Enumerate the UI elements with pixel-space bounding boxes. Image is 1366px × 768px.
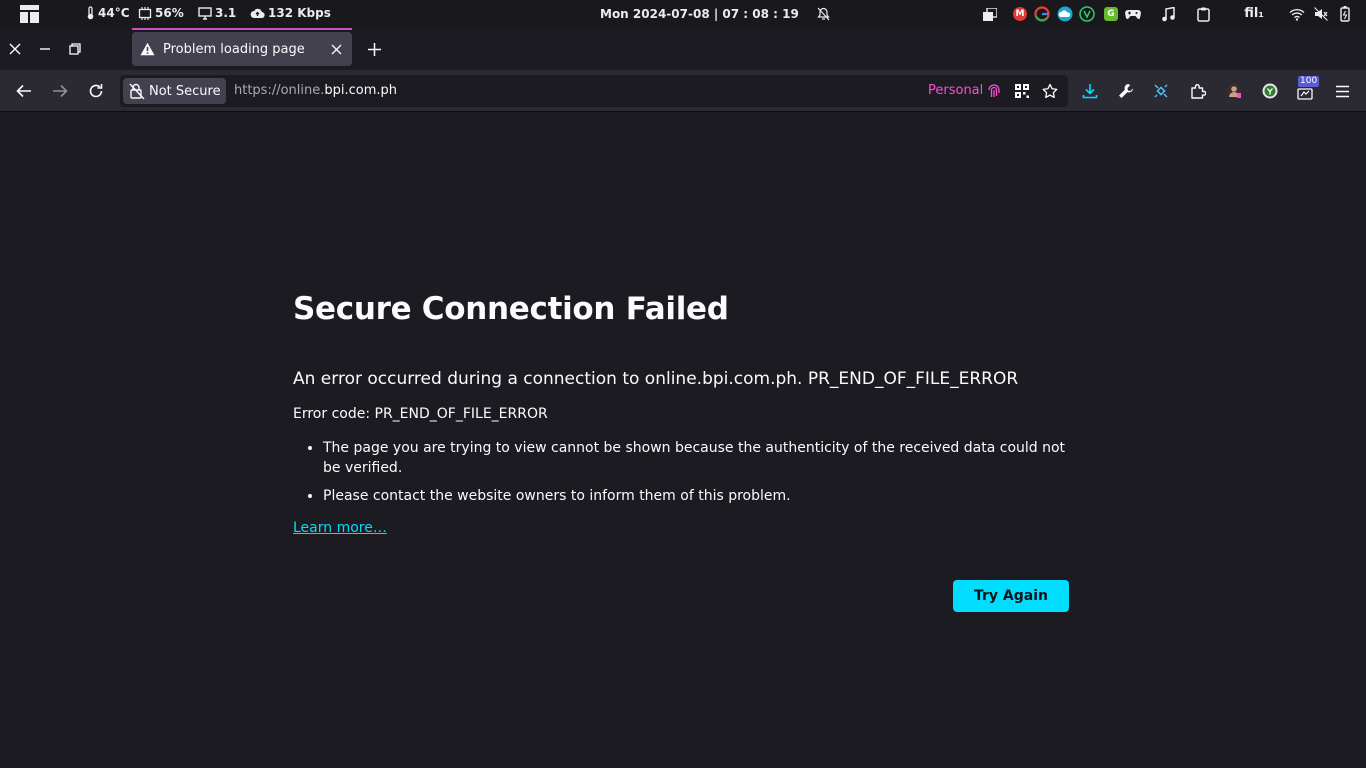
page-title: Secure Connection Failed: [293, 291, 729, 327]
system-top-bar: 44°C 56% 3.1 132 Kbps Mon 2024-07-08 | 0…: [0, 0, 1366, 28]
satellite-icon[interactable]: [1151, 81, 1171, 101]
security-label: Not Secure: [149, 83, 221, 99]
navigation-toolbar: Not Secure https://online.bpi.com.ph Per…: [0, 70, 1366, 112]
close-window-icon[interactable]: [7, 41, 23, 57]
minimize-window-icon[interactable]: [37, 41, 53, 57]
qr-code-icon[interactable]: [1014, 83, 1030, 99]
learn-more-link[interactable]: Learn more…: [293, 520, 387, 536]
insecure-lock-icon: [129, 83, 145, 100]
error-container: Secure Connection Failed An error occurr…: [293, 288, 1069, 536]
download-icon[interactable]: [1080, 81, 1100, 101]
cloud-upload-icon: [250, 8, 265, 19]
new-tab-icon[interactable]: [366, 41, 382, 57]
display-value: 3.1: [215, 6, 237, 20]
gmail-icon[interactable]: M: [1013, 7, 1027, 21]
url-prefix: https://online.: [234, 83, 325, 98]
tab-strip: Problem loading page: [0, 28, 1366, 70]
site-security-button[interactable]: Not Secure: [123, 78, 226, 104]
error-short-description: An error occurred during a connection to…: [293, 369, 1019, 389]
error-details-list: The page you are trying to view cannot b…: [293, 438, 1069, 506]
app-g-icon[interactable]: G: [1104, 7, 1118, 21]
list-item: Please contact the website owners to inf…: [323, 486, 1069, 506]
layout-icon[interactable]: [20, 5, 39, 23]
shield-extension-icon[interactable]: [1260, 81, 1280, 101]
warning-icon: [140, 42, 155, 56]
cloud-icon[interactable]: [1057, 6, 1073, 22]
clock[interactable]: Mon 2024-07-08 | 07 : 08 : 19: [600, 7, 799, 21]
avatar-extension-icon[interactable]: [1224, 81, 1244, 101]
temperature-value: 44°C: [98, 6, 130, 20]
google-icon[interactable]: [1034, 6, 1050, 22]
music-icon[interactable]: [1160, 6, 1176, 22]
clipboard-icon[interactable]: [1195, 6, 1211, 22]
battery-value: 56%: [155, 6, 184, 20]
keyboard-layout[interactable]: fil₁: [1244, 6, 1264, 21]
page-content: Secure Connection Failed An error occurr…: [0, 112, 1366, 768]
container-label[interactable]: Personal: [928, 83, 983, 98]
url-text[interactable]: https://online.bpi.com.ph: [234, 83, 397, 98]
fingerprint-icon[interactable]: [986, 83, 1002, 99]
network-speed: 132 Kbps: [268, 6, 331, 20]
list-item: The page you are trying to view cannot b…: [323, 438, 1069, 478]
display-indicator: 3.1: [198, 6, 236, 20]
wifi-icon[interactable]: [1289, 6, 1305, 22]
url-bar[interactable]: Not Secure https://online.bpi.com.ph Per…: [120, 75, 1068, 107]
temperature-indicator: 44°C: [86, 6, 130, 20]
battery-indicator: 56%: [138, 6, 184, 20]
window-switch-icon[interactable]: [982, 6, 998, 22]
menu-icon[interactable]: [1332, 81, 1352, 101]
monitor-icon: [198, 6, 212, 20]
tab-title: Problem loading page: [163, 41, 305, 57]
url-host: bpi.com.ph: [324, 83, 398, 98]
try-again-button[interactable]: Try Again: [953, 580, 1069, 612]
thermometer-icon: [87, 6, 94, 20]
tab-problem-loading[interactable]: Problem loading page: [132, 32, 352, 66]
restore-window-icon[interactable]: [67, 41, 83, 57]
vpn-icon[interactable]: [1079, 6, 1095, 22]
forward-icon[interactable]: [50, 81, 70, 101]
error-code: Error code: PR_END_OF_FILE_ERROR: [293, 406, 548, 422]
cpu-icon: [138, 6, 152, 20]
battery-icon[interactable]: [1337, 6, 1353, 22]
notifications-muted-icon[interactable]: [817, 7, 830, 21]
extension-badge-count: 100: [1298, 76, 1320, 87]
extensions-icon[interactable]: [1188, 81, 1208, 101]
wrench-icon[interactable]: [1116, 81, 1136, 101]
reload-icon[interactable]: [86, 81, 106, 101]
active-tab-indicator: [132, 28, 352, 30]
back-icon[interactable]: [14, 81, 34, 101]
network-indicator: 132 Kbps: [250, 6, 331, 20]
close-tab-icon[interactable]: [328, 41, 344, 57]
gamepad-icon[interactable]: [1125, 6, 1141, 22]
volume-muted-icon[interactable]: [1313, 6, 1329, 22]
bookmark-star-icon[interactable]: [1042, 83, 1058, 99]
